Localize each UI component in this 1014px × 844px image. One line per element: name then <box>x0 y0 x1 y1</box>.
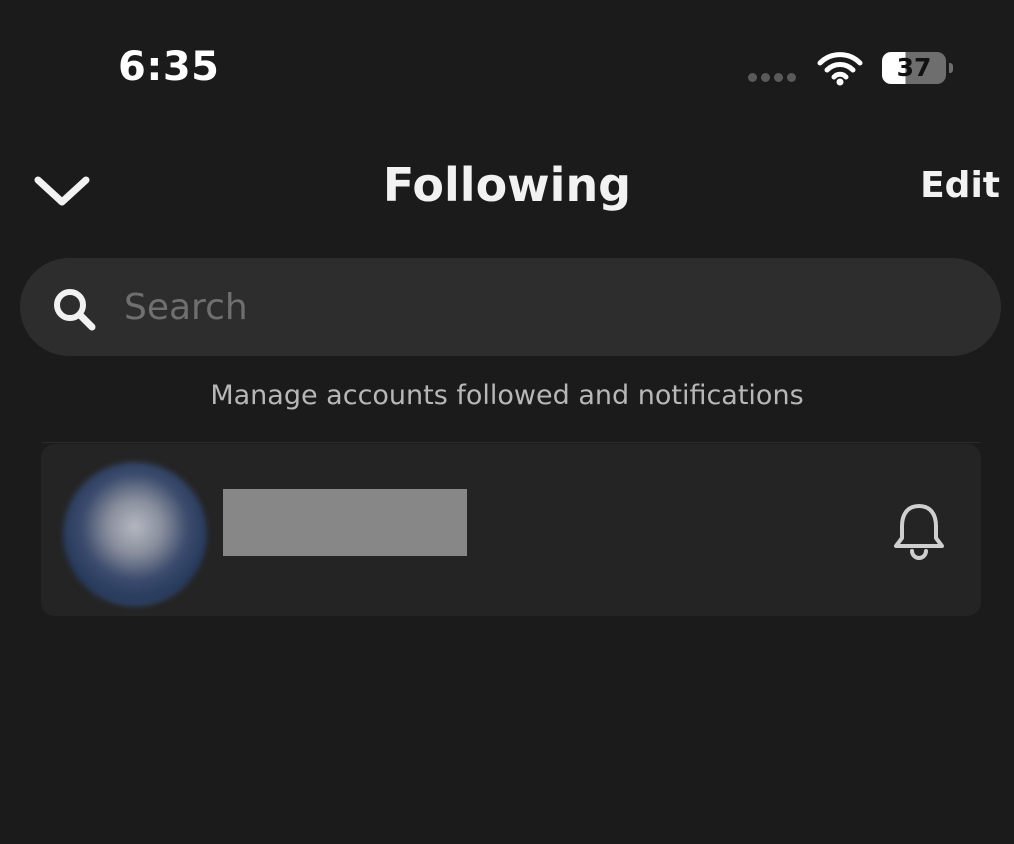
search-input[interactable] <box>124 278 964 336</box>
notification-button[interactable] <box>886 498 952 564</box>
divider <box>42 442 981 443</box>
following-screen: 6:35 37 Following Edit Manage accounts f… <box>0 0 1014 844</box>
edit-button[interactable]: Edit <box>920 165 1000 206</box>
signal-dots-icon <box>748 73 796 82</box>
page-title: Following <box>382 158 632 212</box>
bell-icon <box>894 504 944 560</box>
battery-icon: 37 <box>882 52 953 84</box>
helper-text: Manage accounts followed and notificatio… <box>210 380 804 411</box>
status-time: 6:35 <box>118 44 220 90</box>
wifi-icon <box>817 52 863 86</box>
redacted-account-name <box>223 489 467 556</box>
search-icon <box>54 289 96 331</box>
battery-level: 37 <box>896 53 932 82</box>
avatar[interactable] <box>63 462 207 606</box>
